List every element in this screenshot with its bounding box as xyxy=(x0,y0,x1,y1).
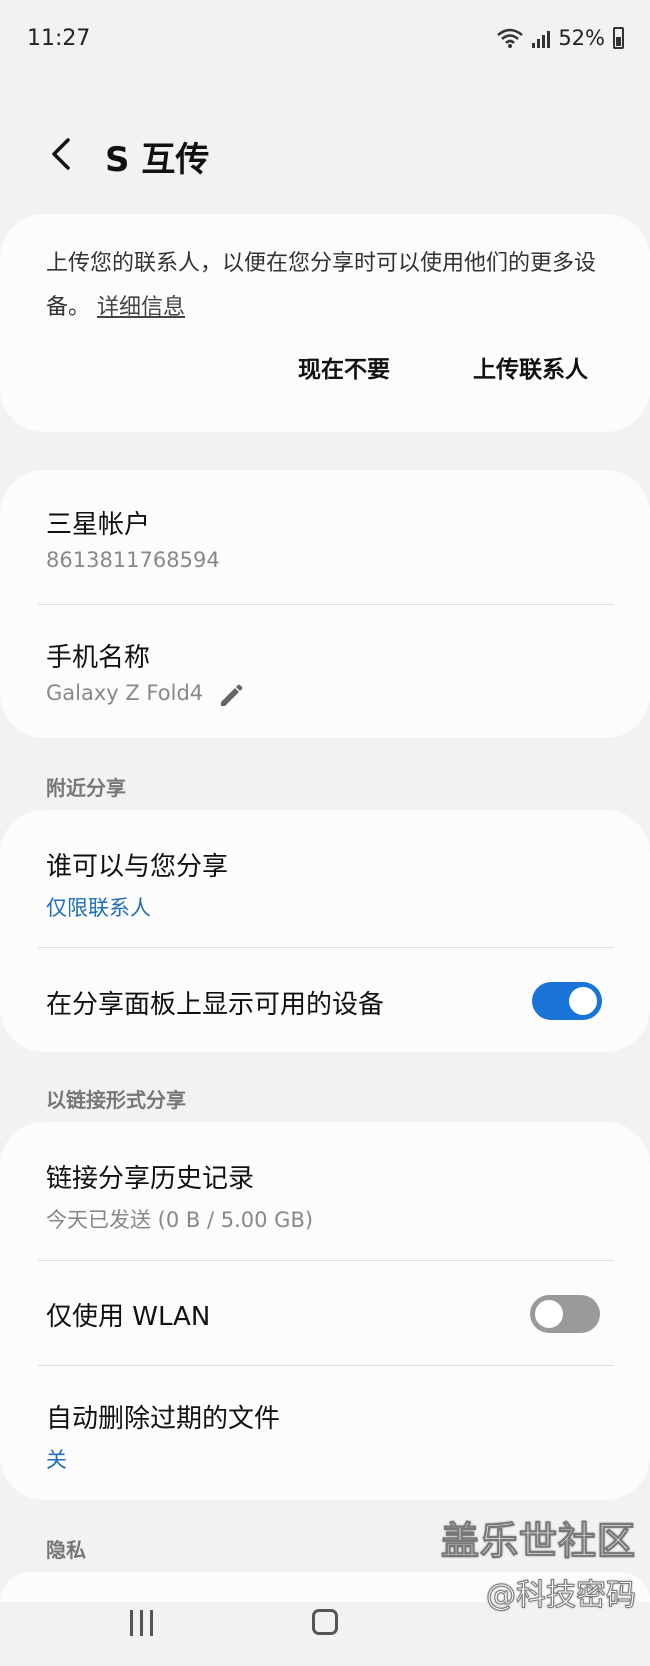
phone-name-row[interactable]: 手机名称 Galaxy Z Fold4 xyxy=(0,605,650,738)
home-icon[interactable] xyxy=(312,1609,338,1635)
pencil-icon[interactable] xyxy=(218,681,244,707)
watermark-handle: @科技密码 xyxy=(486,1578,637,1614)
nearby-share-card: 谁可以与您分享 仅限联系人 在分享面板上显示可用的设备 xyxy=(0,810,650,1052)
status-time: 11:27 xyxy=(27,26,91,51)
phone-name-title: 手机名称 xyxy=(46,643,151,673)
promo-text: 上传您的联系人，以便在您分享时可以使用他们的更多设备。 详细信息 xyxy=(46,242,616,330)
watermark-community: 盖乐世社区 xyxy=(440,1519,636,1564)
wlan-only-title: 仅使用 WLAN xyxy=(46,1302,211,1332)
section-nearby-share: 附近分享 xyxy=(46,776,126,800)
link-history-title: 链接分享历史记录 xyxy=(46,1164,255,1194)
back-arrow-icon[interactable] xyxy=(44,134,80,174)
status-bar: 11:27 52% xyxy=(0,0,650,80)
wlan-only-toggle[interactable] xyxy=(530,1295,600,1333)
samsung-account-value: 8613811768594 xyxy=(46,548,220,572)
toggle-knob xyxy=(567,985,599,1017)
samsung-account-title: 三星帐户 xyxy=(46,510,151,540)
link-history-row[interactable]: 链接分享历史记录 今天已发送 (0 B / 5.00 GB) xyxy=(0,1122,650,1260)
app-header: S 互传 xyxy=(0,118,650,198)
show-devices-title: 在分享面板上显示可用的设备 xyxy=(46,990,385,1020)
toggle-knob xyxy=(533,1298,565,1330)
link-history-value: 今天已发送 (0 B / 5.00 GB) xyxy=(46,1208,314,1232)
who-can-share-value: 仅限联系人 xyxy=(46,896,151,920)
phone-name-sub: Galaxy Z Fold4 xyxy=(46,681,244,707)
not-now-button[interactable]: 现在不要 xyxy=(298,350,390,384)
auto-delete-title: 自动删除过期的文件 xyxy=(46,1404,281,1434)
phone-name-value: Galaxy Z Fold4 xyxy=(46,681,204,705)
link-share-card: 链接分享历史记录 今天已发送 (0 B / 5.00 GB) 仅使用 WLAN … xyxy=(0,1122,650,1500)
show-devices-toggle[interactable] xyxy=(532,982,602,1020)
show-devices-row[interactable]: 在分享面板上显示可用的设备 xyxy=(0,948,650,1052)
recent-apps-icon[interactable] xyxy=(130,1610,160,1636)
learn-more-link[interactable]: 详细信息 xyxy=(97,295,185,320)
account-card: 三星帐户 8613811768594 手机名称 Galaxy Z Fold4 xyxy=(0,470,650,738)
samsung-account-row[interactable]: 三星帐户 8613811768594 xyxy=(0,470,650,604)
auto-delete-value: 关 xyxy=(46,1448,67,1472)
auto-delete-row[interactable]: 自动删除过期的文件 关 xyxy=(0,1366,650,1500)
battery-icon xyxy=(613,27,624,49)
wifi-icon xyxy=(497,28,524,48)
wlan-only-row[interactable]: 仅使用 WLAN xyxy=(0,1261,650,1365)
battery-percent: 52% xyxy=(558,26,605,50)
section-privacy: 隐私 xyxy=(46,1538,86,1562)
signal-icon xyxy=(532,28,551,48)
who-can-share-title: 谁可以与您分享 xyxy=(46,852,229,882)
upload-contacts-button[interactable]: 上传联系人 xyxy=(473,350,588,384)
upload-contacts-card: 上传您的联系人，以便在您分享时可以使用他们的更多设备。 详细信息 现在不要 上传… xyxy=(0,214,650,432)
status-icons: 52% xyxy=(496,26,624,50)
page-title: S 互传 xyxy=(105,140,210,180)
who-can-share-row[interactable]: 谁可以与您分享 仅限联系人 xyxy=(0,810,650,947)
section-link-share: 以链接形式分享 xyxy=(46,1088,186,1112)
